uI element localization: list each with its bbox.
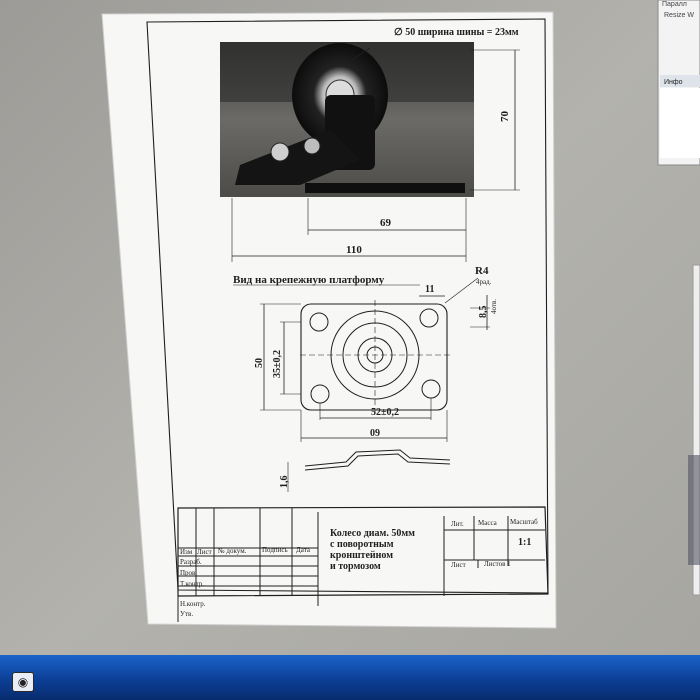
dim-35: 35±0,2 xyxy=(272,350,283,378)
row-utv: Утв. xyxy=(180,610,193,618)
part-name-line-1: Колесо диам. 50мм xyxy=(330,528,415,539)
dim-60: 09 xyxy=(370,428,380,439)
wheel-photo xyxy=(220,42,474,197)
dim-8-5: 8,5 xyxy=(478,306,489,319)
photo-scene: Паралл Resize W Инфо ∅ 50 ширина шины = … xyxy=(0,0,700,700)
scale-value: 1:1 xyxy=(518,537,531,548)
header-lit: Лит. xyxy=(451,520,464,528)
row-nkontr: Н.контр. xyxy=(180,600,206,608)
panel-label-top: Паралл xyxy=(662,1,687,8)
view-title: Вид на крепежную платформу xyxy=(233,274,385,286)
col-doc: № докум. xyxy=(218,547,247,555)
col-date: Дата xyxy=(296,546,311,554)
diameter-note: ∅ 50 ширина шины = 23мм xyxy=(394,27,519,38)
col-list: Лист xyxy=(197,548,212,556)
dim-50: 50 xyxy=(254,358,265,368)
part-name-line-3: кронштейном xyxy=(330,550,393,561)
part-name-line-4: и тормозом xyxy=(330,561,381,572)
dim-11: 11 xyxy=(425,284,434,295)
taskbar xyxy=(0,655,700,700)
row-razrab: Разраб. xyxy=(180,558,202,566)
dim-1-6: 1,6 xyxy=(279,476,290,489)
dim-height-70: 70 xyxy=(499,111,511,123)
header-scale: Масштаб xyxy=(510,518,538,526)
row-tkontr: Т.контр. xyxy=(180,580,204,588)
info-tab-label[interactable]: Инфо xyxy=(664,79,683,86)
eye-icon[interactable]: ◉ xyxy=(12,672,34,692)
dim-8-5-sub: 4отв. xyxy=(490,299,498,314)
sheet-label: Лист xyxy=(451,561,466,569)
part-name-line-2: с поворотным xyxy=(330,539,394,550)
col-sign: Подпись xyxy=(262,546,288,554)
resize-label[interactable]: Resize W xyxy=(664,12,694,19)
header-mass: Масса xyxy=(478,519,498,527)
sheets-label: Листов 1 xyxy=(484,560,511,568)
dim-69: 69 xyxy=(380,217,392,229)
dim-110: 110 xyxy=(346,244,362,256)
dim-52: 52±0,2 xyxy=(371,407,399,418)
dim-r4-sub: 4рад. xyxy=(476,278,492,286)
col-izm: Изм xyxy=(180,548,193,556)
dim-r4: R4 xyxy=(475,265,489,277)
row-prov: Пров. xyxy=(180,569,197,577)
